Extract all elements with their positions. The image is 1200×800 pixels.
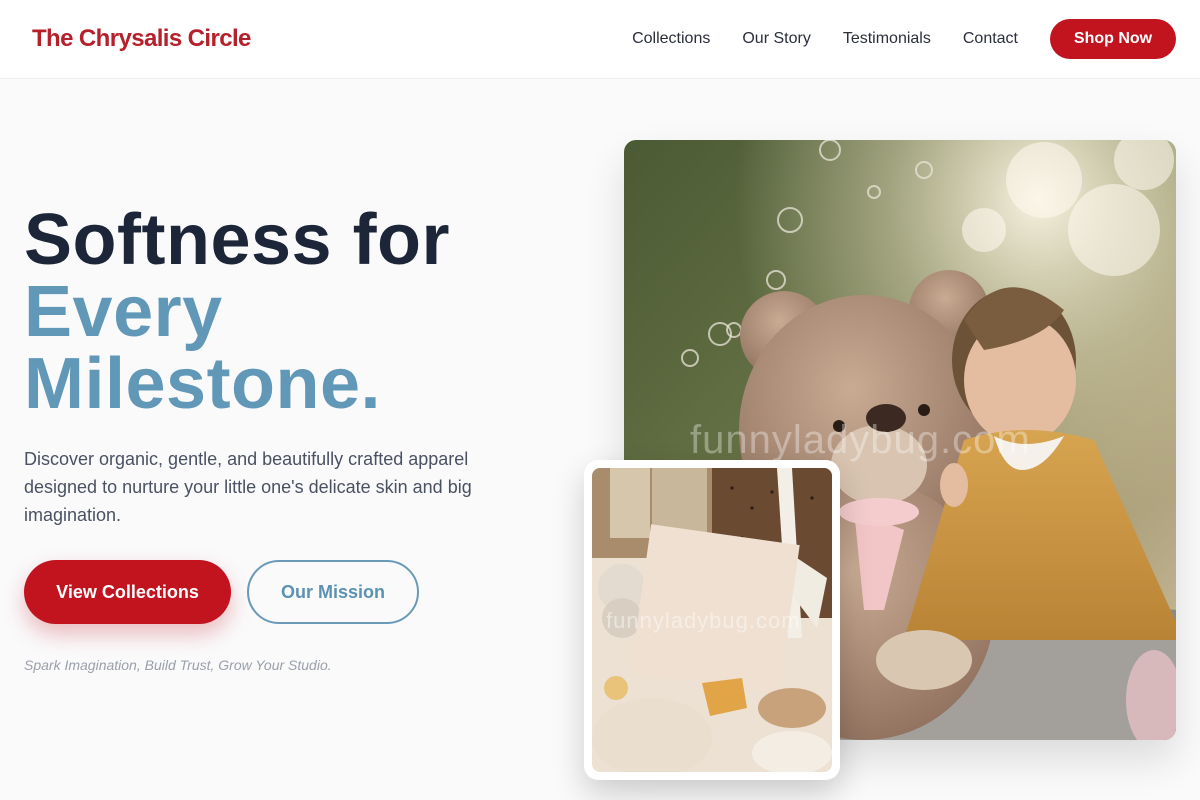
hero-title-accent-line1: Every xyxy=(24,272,223,352)
hero-title: Softness for Every Milestone. xyxy=(24,204,564,420)
hero-tagline: Spark Imagination, Build Trust, Grow You… xyxy=(24,657,332,673)
view-collections-button[interactable]: View Collections xyxy=(24,560,231,624)
nav-link-contact[interactable]: Contact xyxy=(963,30,1018,48)
nav-link-testimonials[interactable]: Testimonials xyxy=(843,30,931,48)
nav-link-our-story[interactable]: Our Story xyxy=(742,30,810,48)
top-navbar: The Chrysalis Circle Collections Our Sto… xyxy=(0,0,1200,79)
hero-subtitle: Discover organic, gentle, and beautifull… xyxy=(24,449,472,525)
baby-accessories-photo xyxy=(592,468,832,772)
hero-title-accent-line2: Milestone. xyxy=(24,344,382,424)
our-mission-button[interactable]: Our Mission xyxy=(247,560,419,624)
shop-now-button[interactable]: Shop Now xyxy=(1050,19,1176,59)
nav-link-collections[interactable]: Collections xyxy=(632,30,710,48)
nav-links: Collections Our Story Testimonials Conta… xyxy=(632,19,1176,59)
hero-title-line: Softness for xyxy=(24,200,451,280)
brand-logo[interactable]: The Chrysalis Circle xyxy=(32,25,251,53)
accessories-photo-card xyxy=(584,460,840,780)
